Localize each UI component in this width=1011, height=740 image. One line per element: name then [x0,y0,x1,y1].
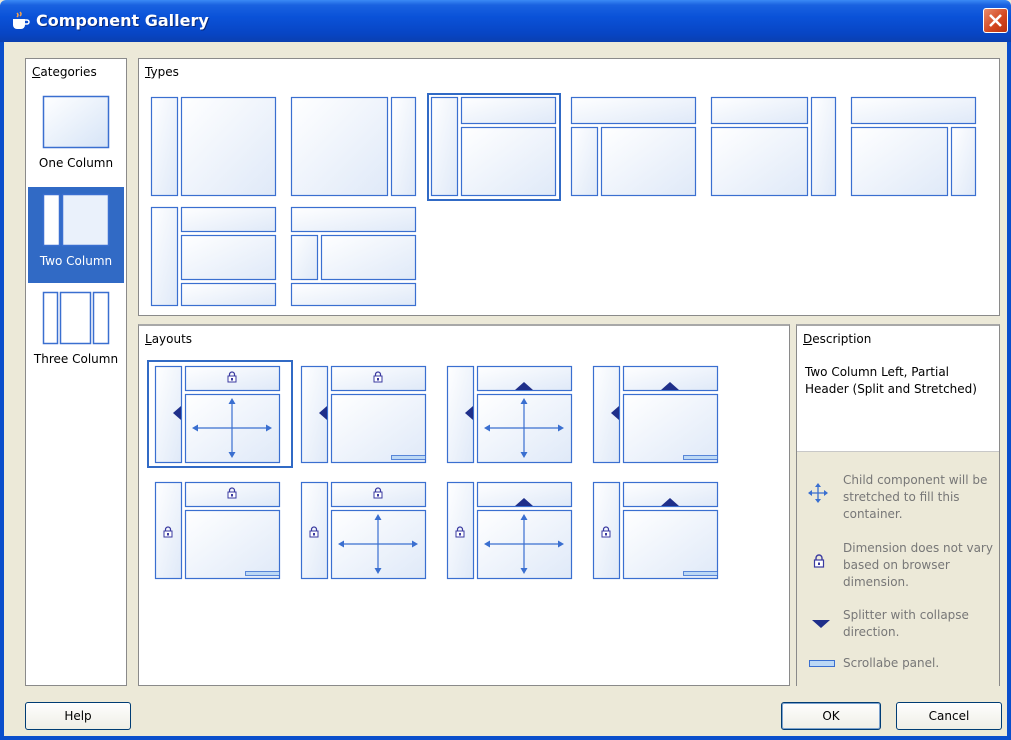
type-option-diagram [290,96,417,197]
description-text: Two Column Left, Partial Header (Split a… [805,365,977,396]
category-one-column[interactable]: One Column [28,89,124,185]
window-title: Component Gallery [36,11,209,30]
layout-option[interactable] [441,478,583,582]
category-two-column[interactable]: Two Column [28,187,124,283]
layouts-header-rest: ayouts [151,332,193,346]
coffee-cup-icon [13,11,30,29]
types-header-rest: ypes [150,65,179,79]
types-panel: Types [138,58,1000,316]
categories-header-rest: ategories [40,65,97,79]
type-option[interactable] [569,95,699,199]
title-bar: Component Gallery [0,0,1011,42]
lock-icon [813,554,825,568]
close-icon [989,14,1002,27]
window-frame-right [1007,42,1011,740]
layout-option-diagram [300,365,427,464]
layout-option[interactable] [441,362,583,466]
layout-option[interactable] [587,478,729,582]
two-column-icon [42,193,110,247]
layout-option-diagram [592,365,719,464]
stretch-arrows-icon [808,483,828,503]
type-option[interactable] [149,205,279,309]
category-label: One Column [38,156,114,170]
layout-option[interactable] [295,362,437,466]
layout-option-diagram [446,365,573,464]
layouts-panel: Layouts [138,324,790,686]
help-button[interactable]: Help [25,702,131,730]
cancel-button[interactable]: Cancel [896,702,1002,730]
type-option[interactable] [289,205,419,309]
category-label: Three Column [33,352,119,366]
description-header: Description [803,332,872,346]
layouts-header: Layouts [145,332,193,346]
layout-option-diagram [446,481,573,580]
layout-option-diagram [592,481,719,580]
layout-option[interactable] [149,478,291,582]
ok-button-label: OK [822,709,840,723]
type-option[interactable] [149,95,279,199]
window-frame-bottom [0,736,1011,740]
scrollable-panel-icon [809,660,835,667]
legend-text: Splitter with collapse direction. [843,608,969,639]
category-three-column[interactable]: Three Column [28,285,124,381]
legend-text: Scrollabe panel. [843,656,940,670]
layout-option[interactable] [587,362,729,466]
splitter-triangle-icon [812,620,830,628]
legend-text: Dimension does not vary based on browser… [843,541,993,589]
type-option-diagram [150,206,277,307]
category-label: Two Column [39,254,113,268]
categories-header: Categories [32,65,97,79]
type-option-diagram [850,96,977,197]
layout-option-diagram [300,481,427,580]
layout-option-diagram [154,365,281,464]
type-option-diagram [710,96,837,197]
close-button[interactable] [983,8,1008,33]
type-option[interactable] [849,95,979,199]
description-panel: Description Two Column Left, Partial Hea… [796,324,1000,686]
type-option[interactable] [709,95,839,199]
legend-text: Child component will be stretched to fil… [843,473,988,521]
categories-panel: Categories One Column Two Column Three C… [25,58,127,686]
description-header-rest: escription [812,332,872,346]
three-column-icon [42,291,110,345]
layout-option-diagram [154,481,281,580]
type-option-diagram [290,206,417,307]
help-button-label: Help [64,709,92,723]
legend: Child component will be stretched to fil… [797,451,999,686]
window-frame-left [0,42,4,740]
type-option[interactable] [289,95,419,199]
type-option[interactable] [427,93,561,201]
one-column-icon [42,95,110,149]
type-option-diagram [430,96,557,197]
cancel-button-label: Cancel [928,709,970,723]
types-header: Types [145,65,179,79]
layout-option[interactable] [295,478,437,582]
layout-option[interactable] [147,360,293,468]
type-option-diagram [150,96,277,197]
type-option-diagram [570,96,697,197]
ok-button[interactable]: OK [781,702,881,730]
